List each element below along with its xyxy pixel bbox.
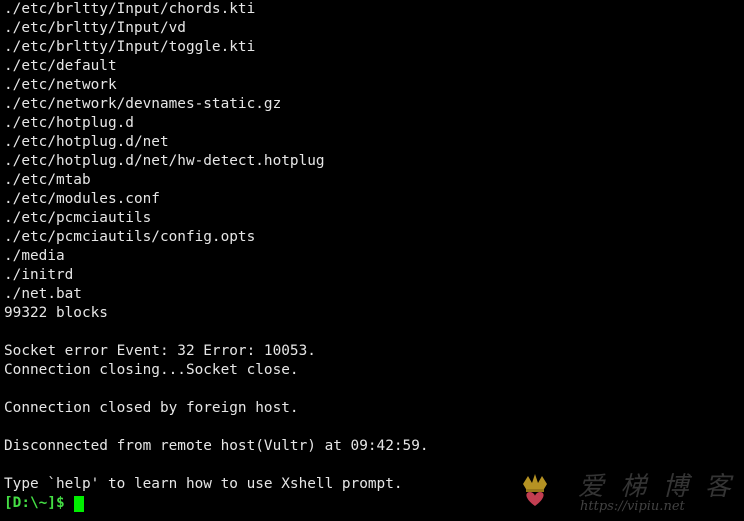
terminal-window[interactable]: ./etc/brltty/Input/chords.kti ./etc/brlt… [0,0,744,521]
terminal-line: ./etc/hotplug.d [4,115,134,131]
terminal-output: ./etc/brltty/Input/chords.kti ./etc/brlt… [4,0,429,513]
terminal-line: ./etc/pcmciautils/config.opts [4,229,256,245]
connection-closed-line: Connection closed by foreign host. [4,400,299,416]
socket-error-line: Socket error Event: 32 Error: 10053. [4,343,316,359]
block-count-line: 99322 blocks [4,305,108,321]
terminal-line: ./etc/hotplug.d/net [4,134,169,150]
watermark-url: https://vipiu.net [580,499,685,514]
terminal-line: ./etc/brltty/Input/chords.kti [4,1,256,17]
connection-closing-line: Connection closing...Socket close. [4,362,299,378]
terminal-line: ./etc/default [4,58,117,74]
terminal-line: ./etc/brltty/Input/vd [4,20,186,36]
crown-heart-logo-icon [523,474,547,506]
terminal-line: ./etc/modules.conf [4,191,160,207]
watermark-title: 爱 梯 博 客 [578,472,735,502]
help-hint-line: Type `help' to learn how to use Xshell p… [4,476,403,492]
site-watermark: 爱 梯 博 客 https://vipiu.net [518,466,742,520]
command-prompt-line[interactable]: [D:\~]$ [4,494,429,513]
terminal-line: ./etc/pcmciautils [4,210,152,226]
terminal-line: ./initrd [4,267,74,283]
terminal-line: ./etc/network/devnames-static.gz [4,96,282,112]
terminal-line: ./etc/mtab [4,172,91,188]
text-cursor[interactable] [73,495,84,512]
shell-prompt: [D:\~]$ [4,495,65,511]
terminal-line: ./etc/network [4,77,117,93]
terminal-line: ./etc/hotplug.d/net/hw-detect.hotplug [4,153,325,169]
terminal-line: ./media [4,248,65,264]
terminal-line: ./etc/brltty/Input/toggle.kti [4,39,256,55]
terminal-line: ./net.bat [4,286,82,302]
disconnected-line: Disconnected from remote host(Vultr) at … [4,438,429,454]
